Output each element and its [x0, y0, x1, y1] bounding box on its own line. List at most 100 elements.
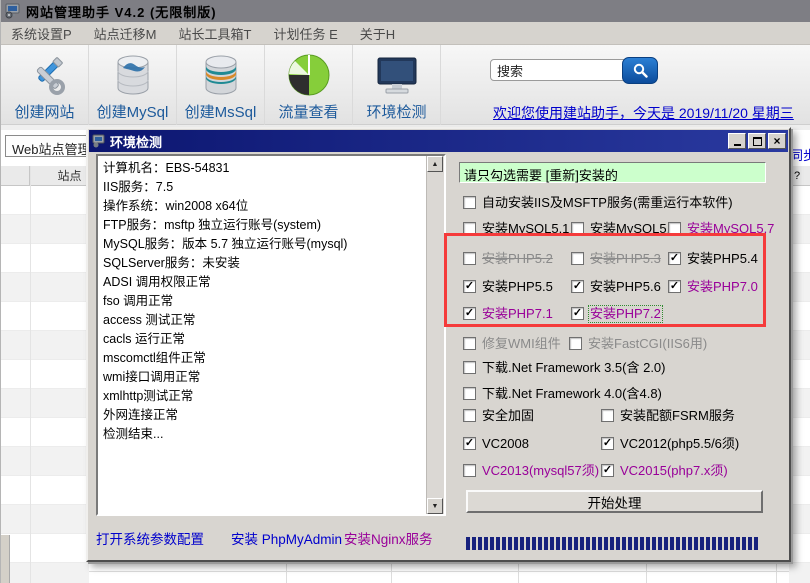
checkbox[interactable]: ✓ [463, 437, 476, 450]
install-nginx-link[interactable]: 安装Nginx服务 [344, 528, 433, 548]
checkbox-option[interactable]: 安装PHP5.2 [463, 252, 553, 266]
checkbox[interactable] [463, 337, 476, 350]
create-mysql-button[interactable]: 创建MySql [89, 45, 177, 125]
checkbox[interactable]: ✓ [463, 307, 476, 320]
checkbox[interactable] [463, 387, 476, 400]
search-button[interactable] [622, 57, 658, 84]
checkbox[interactable] [463, 361, 476, 374]
checkbox[interactable] [668, 222, 681, 235]
welcome-text: 欢迎您使用建站助手，今天是 2019/11/20 星期三 [493, 103, 794, 123]
checkbox[interactable] [571, 222, 584, 235]
table-row [789, 331, 810, 360]
menu-site-migration[interactable]: 站点迁移M [92, 22, 169, 45]
checkbox-option[interactable]: ✓ 安装PHP7.0 [668, 280, 758, 294]
checkbox-option[interactable]: ✓VC2012(php5.5/6须) [601, 437, 739, 451]
checkbox-option[interactable]: 安装MySQL5.1 [463, 222, 569, 236]
traffic-view-button[interactable]: 流量查看 [265, 45, 353, 125]
option-row: ✓安装PHP5.5✓安装PHP5.6✓安装PHP7.0 [459, 280, 775, 296]
checkbox-label: 安装FastCGI(IIS6用) [588, 337, 707, 351]
checkbox-option[interactable]: 安装FastCGI(IIS6用) [569, 337, 707, 351]
table-row [789, 563, 810, 583]
checkbox-option[interactable]: 安装MySQL5.6 [571, 222, 677, 236]
checkbox[interactable]: ✓ [668, 280, 681, 293]
checkbox[interactable] [463, 196, 476, 209]
sync-link[interactable]: 同步 [790, 145, 810, 164]
checkbox-option[interactable]: ✓安装PHP7.1 [463, 307, 553, 321]
table-row [789, 215, 810, 244]
checkbox[interactable] [571, 252, 584, 265]
pie-chart-icon [285, 51, 333, 99]
table-row [1, 273, 89, 302]
checkbox-option[interactable]: 安装MySQL5.7 [668, 222, 774, 236]
menu-about[interactable]: 关于H [358, 22, 407, 45]
checkbox[interactable] [463, 252, 476, 265]
install-phpmyadmin-link[interactable]: 安装 PhpMyAdmin [231, 528, 342, 548]
checkbox-option[interactable]: ✓ 安装PHP7.2 [571, 307, 661, 321]
menu-webmaster-tools[interactable]: 站长工具箱T [177, 22, 264, 45]
start-processing-button[interactable]: 开始处理 [466, 490, 763, 513]
table-row [789, 418, 810, 447]
main-titlebar[interactable]: 网站管理助手 V4.2 (无限制版) [1, 0, 810, 22]
vertical-scrollbar[interactable]: ▲ ▼ [426, 156, 444, 514]
checkbox[interactable] [569, 337, 582, 350]
checkbox[interactable]: ✓ [463, 280, 476, 293]
checkbox-option[interactable]: ✓安装PHP5.4 [668, 252, 758, 266]
search-input[interactable] [490, 59, 632, 81]
table-row [1, 302, 89, 331]
scroll-up-button[interactable]: ▲ [427, 156, 443, 172]
checkbox-option[interactable]: ✓ 安装PHP5.6 [571, 280, 661, 294]
checkbox[interactable] [463, 222, 476, 235]
checkbox-label: 安装PHP5.2 [482, 252, 553, 266]
checkbox[interactable]: ✓ [601, 437, 614, 450]
checkbox-label: 安装MySQL5.7 [687, 222, 774, 236]
checkbox-option[interactable]: 安全加固 [463, 409, 534, 423]
site-table-header: 站点 [1, 166, 89, 186]
checkbox-option[interactable]: 安装配额FSRM服务 [601, 409, 735, 422]
checkbox-label: 修复WMI组件 [482, 337, 561, 351]
checkbox[interactable]: ✓ [571, 280, 584, 293]
checkbox-option[interactable]: ✓VC2008 [463, 437, 529, 451]
checkbox-option[interactable]: 下载.Net Framework 3.5(含 2.0) [463, 361, 666, 375]
open-system-params-link[interactable]: 打开系统参数配置 [96, 528, 204, 548]
checkbox[interactable]: ✓ [571, 307, 584, 320]
toolbar-button-label: 创建MsSql [185, 101, 257, 122]
checkbox-option[interactable]: ✓VC2015(php7.x须) [601, 464, 728, 478]
table-row [1, 476, 89, 505]
table-row [1, 186, 89, 215]
checkbox-label: 安装PHP7.2 [590, 307, 661, 321]
checkbox-label: 安装PHP5.6 [590, 280, 661, 294]
create-site-button[interactable]: 创建网站 [1, 45, 89, 125]
checkbox-label: 自动安装IIS及MSFTP服务(需重运行本软件) [482, 196, 733, 210]
checkbox-option[interactable]: ✓安装PHP5.5 [463, 280, 553, 294]
tab-web-site-management[interactable]: Web站点管理 [5, 135, 89, 157]
create-mssql-button[interactable]: 创建MsSql [177, 45, 265, 125]
option-row: ✓安装PHP7.1✓安装PHP7.2 [459, 307, 775, 323]
checkbox[interactable] [463, 464, 476, 477]
checkbox-label: 安装PHP7.0 [687, 280, 758, 294]
table-row [789, 244, 810, 273]
environment-check-button[interactable]: 环境检测 [353, 45, 441, 125]
table-row [1, 360, 89, 389]
checkbox-option[interactable]: VC2013(mysql57须) [463, 464, 599, 478]
checkbox[interactable] [601, 409, 614, 422]
header-site-column: 站点 [30, 166, 89, 186]
toolbar-button-label: 创建MySql [97, 101, 169, 122]
menu-scheduled-tasks[interactable]: 计划任务 E [271, 22, 349, 45]
checkbox-option[interactable]: 修复WMI组件 [463, 337, 561, 351]
table-bottom-strip [89, 562, 789, 583]
checkbox-option[interactable]: 安装PHP5.3 [571, 252, 661, 266]
option-row: 自动安装IIS及MSFTP服务(需重运行本软件) [459, 196, 775, 212]
checkbox[interactable]: ✓ [601, 464, 614, 477]
checkbox-label: 安装MySQL5.6 [590, 222, 677, 236]
tools-icon [21, 51, 69, 99]
table-row [789, 186, 810, 215]
menu-bar: 系统设置P 站点迁移M 站长工具箱T 计划任务 E 关于H [1, 22, 810, 45]
menu-system-settings[interactable]: 系统设置P [9, 22, 84, 45]
checkbox-option[interactable]: 自动安装IIS及MSFTP服务(需重运行本软件) [463, 196, 733, 210]
horizontal-scrollbar-fragment[interactable] [1, 535, 10, 583]
checkbox-option[interactable]: 下载.Net Framework 4.0(含4.8) [463, 387, 662, 401]
checkbox[interactable] [463, 409, 476, 422]
checkbox[interactable]: ✓ [668, 252, 681, 265]
checkbox-label: 下载.Net Framework 3.5(含 2.0) [482, 361, 666, 375]
scroll-down-button[interactable]: ▼ [427, 498, 443, 514]
